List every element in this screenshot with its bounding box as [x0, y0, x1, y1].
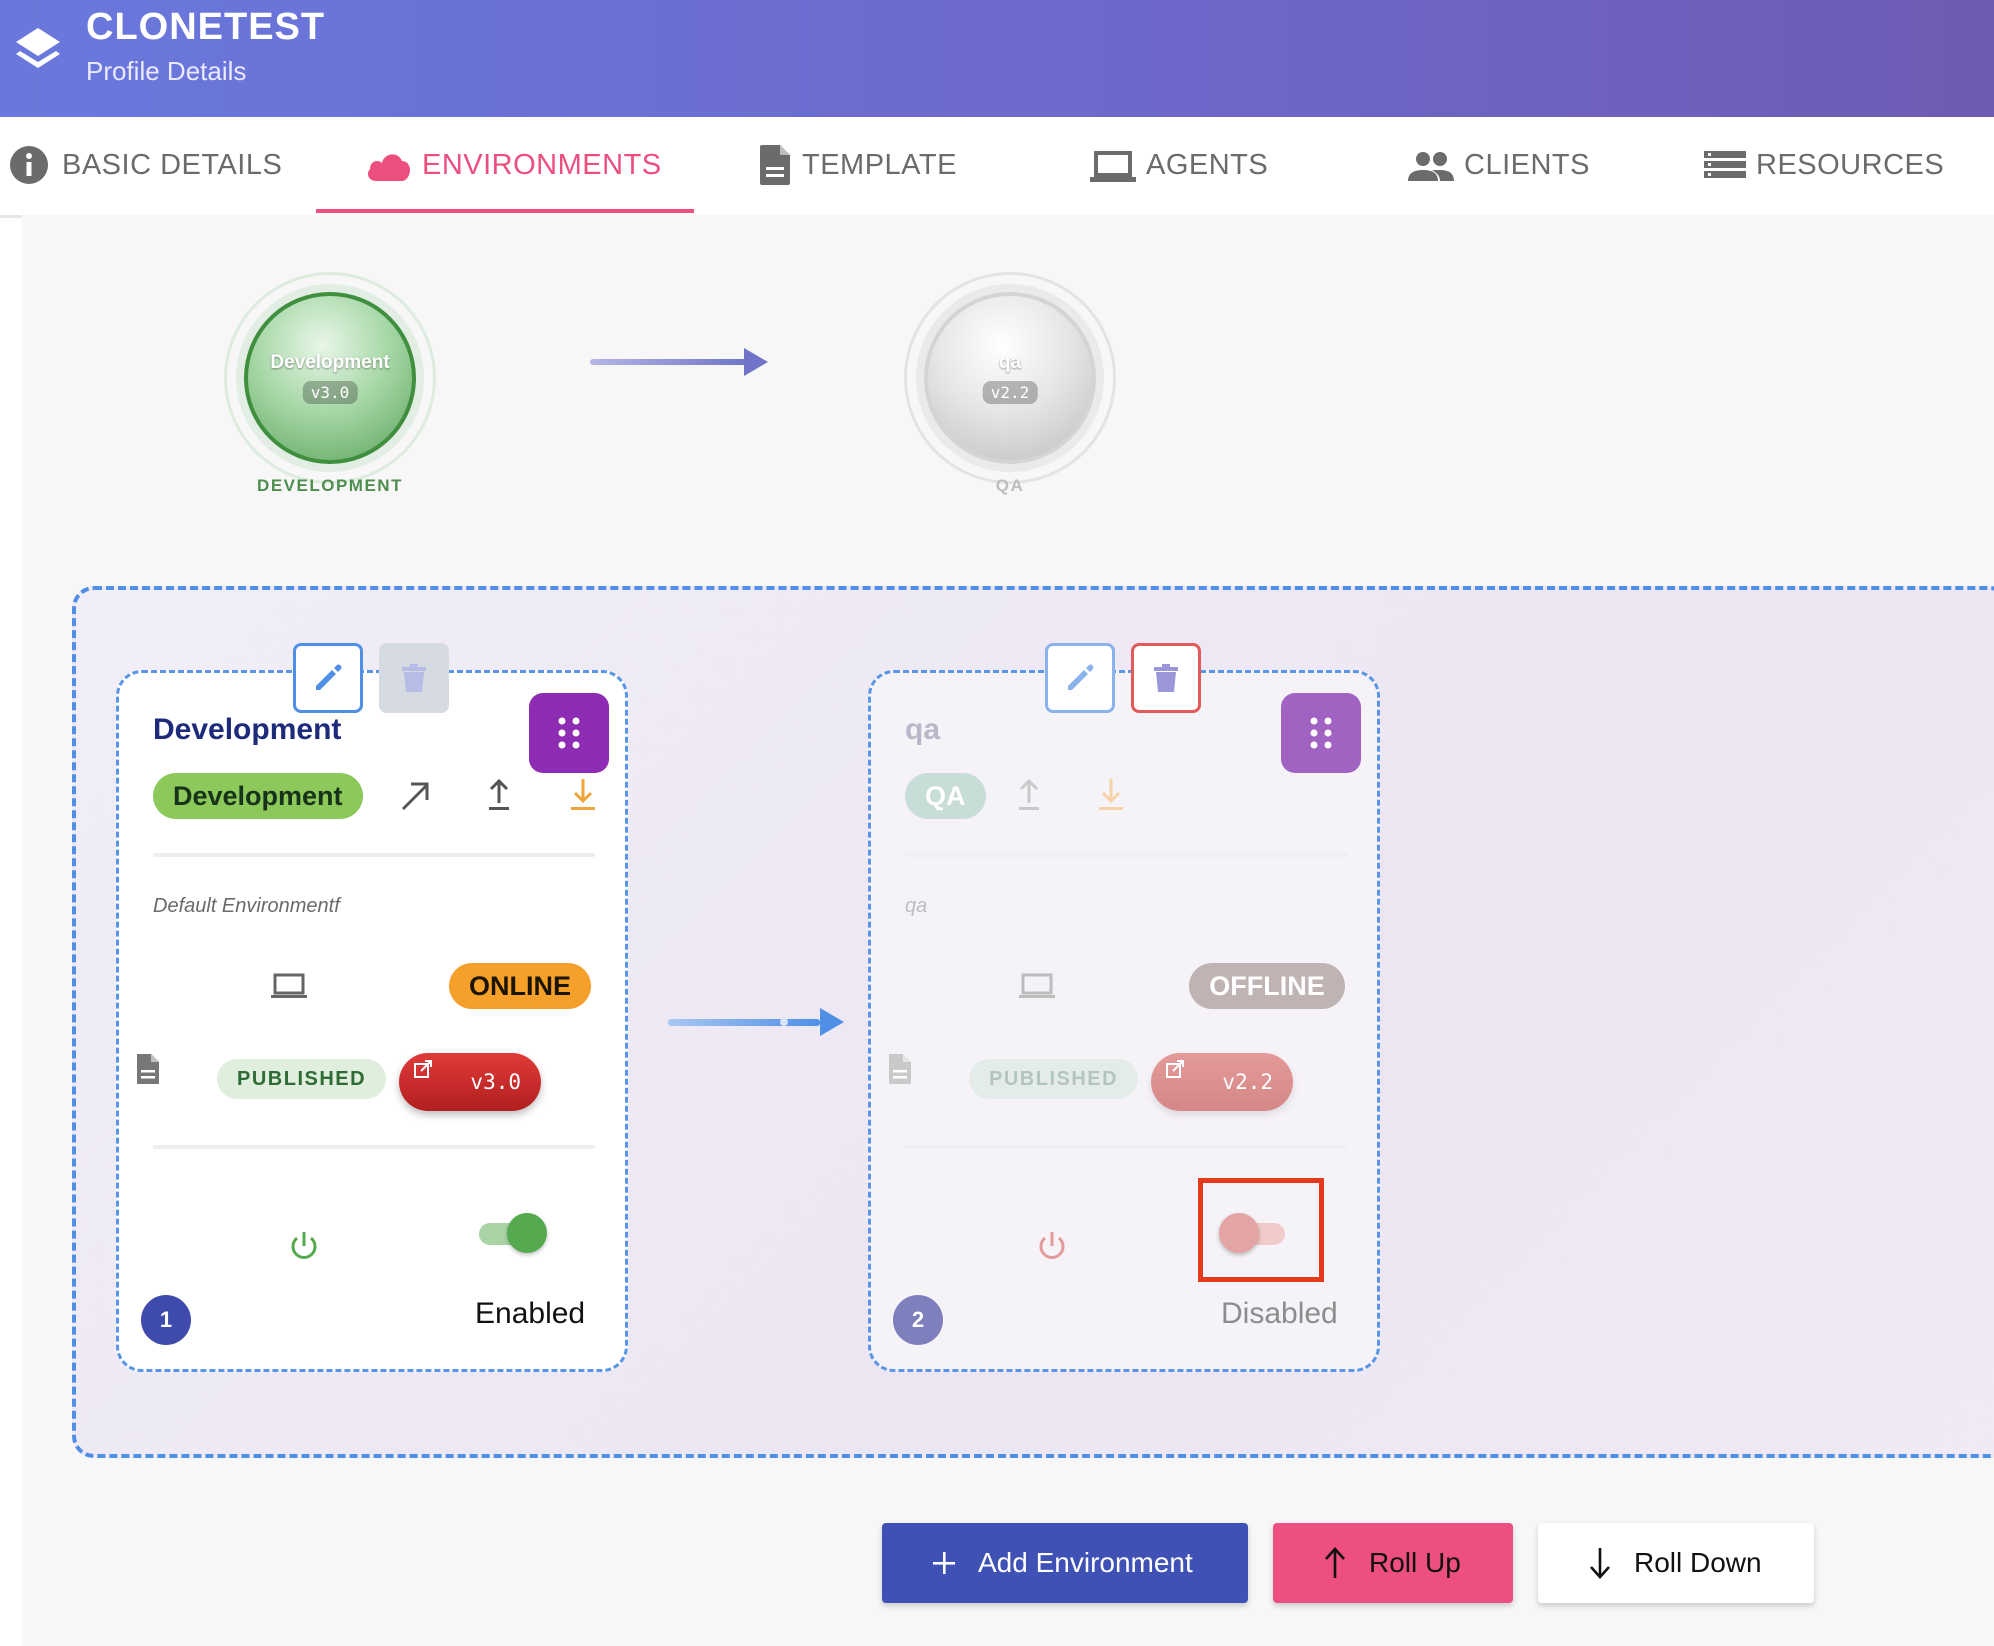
tab-template[interactable]: TEMPLATE [758, 143, 957, 213]
toggle-label: Disabled [1221, 1297, 1338, 1330]
node-caption: DEVELOPMENT [257, 476, 403, 495]
card-title: Development [153, 713, 342, 746]
environment-card: Development Development Default Environm… [116, 643, 628, 1372]
flow-arrow [668, 1008, 844, 1036]
template-document-icon [889, 1054, 911, 1084]
laptop-icon [1090, 151, 1136, 182]
pipeline-node-qa[interactable]: qa v2.2 [924, 292, 1096, 464]
divider [905, 1145, 1347, 1149]
published-badge: PUBLISHED [217, 1059, 387, 1099]
info-icon [10, 146, 48, 184]
app-title: CLONETEST [86, 6, 326, 48]
tab-label: TEMPLATE [802, 149, 957, 181]
roll-down-button[interactable]: Roll Down [1538, 1523, 1814, 1603]
environment-chip: Development [153, 773, 363, 819]
toggle-label: Enabled [475, 1297, 586, 1330]
upload-icon[interactable] [481, 777, 517, 813]
pencil-icon [1068, 664, 1094, 690]
version-badge[interactable]: v2.2 [1151, 1053, 1293, 1111]
power-icon [291, 1232, 317, 1259]
add-environment-label: Add Environment [978, 1547, 1193, 1578]
arrow-down-icon [1590, 1548, 1610, 1579]
node-caption: QA [995, 476, 1025, 495]
status-badge: ONLINE [449, 963, 591, 1009]
document-icon [760, 145, 790, 185]
people-icon [1408, 152, 1454, 181]
node-name: qa [998, 352, 1022, 373]
node-version: v2.2 [982, 381, 1038, 404]
pipeline-node-development[interactable]: Development v3.0 [244, 292, 416, 464]
tab-label: BASIC DETAILS [62, 149, 283, 181]
order-badge: 2 [893, 1295, 943, 1345]
download-icon[interactable] [1093, 777, 1129, 813]
status-badge: OFFLINE [1189, 963, 1345, 1009]
published-badge: PUBLISHED [969, 1059, 1139, 1099]
version-text: v3.0 [470, 1070, 521, 1094]
drag-dots-icon [558, 717, 580, 749]
tab-label: AGENTS [1146, 149, 1269, 181]
left-rail [0, 215, 22, 1646]
edit-button[interactable] [293, 643, 363, 713]
drag-dots-icon [1310, 717, 1332, 749]
pencil-icon [316, 664, 342, 690]
agent-laptop-icon [271, 973, 307, 998]
card-description: qa [905, 895, 928, 917]
layers-icon [16, 28, 60, 68]
tab-bar: BASIC DETAILS ENVIRONMENTS TEMPLATE AGEN… [0, 117, 1994, 215]
pipeline-arrow [590, 348, 768, 376]
tab-environments[interactable]: ENVIRONMENTS [364, 143, 662, 213]
divider [905, 853, 1347, 857]
tab-label: ENVIRONMENTS [422, 149, 662, 181]
roll-up-label: Roll Up [1369, 1547, 1461, 1578]
card-description: Default Environmentf [153, 895, 340, 917]
version-text: v2.2 [1222, 1070, 1273, 1094]
active-tab-indicator [316, 209, 694, 213]
external-link-icon [1166, 1060, 1184, 1078]
trash-icon [1154, 664, 1178, 692]
drag-handle[interactable] [529, 693, 609, 773]
environment-chip: QA [905, 773, 986, 819]
download-icon[interactable] [565, 777, 601, 813]
divider [153, 1145, 595, 1149]
edit-button[interactable] [1045, 643, 1115, 713]
external-link-icon [414, 1060, 432, 1078]
agent-laptop-icon [1019, 973, 1055, 998]
app-header: CLONETEST Profile Details [0, 0, 1994, 117]
version-badge[interactable]: v3.0 [399, 1053, 541, 1111]
plus-icon [933, 1552, 955, 1574]
upload-icon[interactable] [1011, 777, 1047, 813]
node-name: Development [270, 352, 390, 373]
card-title: qa [905, 713, 941, 746]
roll-up-button[interactable]: Roll Up [1273, 1523, 1513, 1603]
power-icon [1039, 1232, 1065, 1259]
cloud-icon [368, 154, 410, 181]
delete-button[interactable] [379, 643, 449, 713]
arrow-up-icon [1325, 1547, 1345, 1578]
highlight-annotation [1198, 1178, 1324, 1282]
order-badge: 1 [141, 1295, 191, 1345]
tab-agents[interactable]: AGENTS [1090, 143, 1268, 213]
delete-button[interactable] [1131, 643, 1201, 713]
tab-label: RESOURCES [1756, 149, 1945, 181]
add-environment-button[interactable]: Add Environment [882, 1523, 1248, 1603]
page-subtitle: Profile Details [86, 56, 247, 86]
drag-handle[interactable] [1281, 693, 1361, 773]
list-icon [1704, 151, 1746, 178]
tab-basic-details[interactable]: BASIC DETAILS [10, 143, 282, 213]
trash-icon [402, 664, 426, 692]
node-version: v3.0 [302, 381, 358, 404]
roll-down-label: Roll Down [1634, 1547, 1762, 1578]
tab-resources[interactable]: RESOURCES [1704, 143, 1944, 213]
open-link-icon[interactable] [397, 777, 433, 813]
toggle-knob [507, 1213, 547, 1253]
divider [153, 853, 595, 857]
enable-toggle[interactable] [475, 1213, 547, 1253]
tab-clients[interactable]: CLIENTS [1408, 143, 1590, 213]
template-document-icon [137, 1054, 159, 1084]
tab-label: CLIENTS [1464, 149, 1590, 181]
